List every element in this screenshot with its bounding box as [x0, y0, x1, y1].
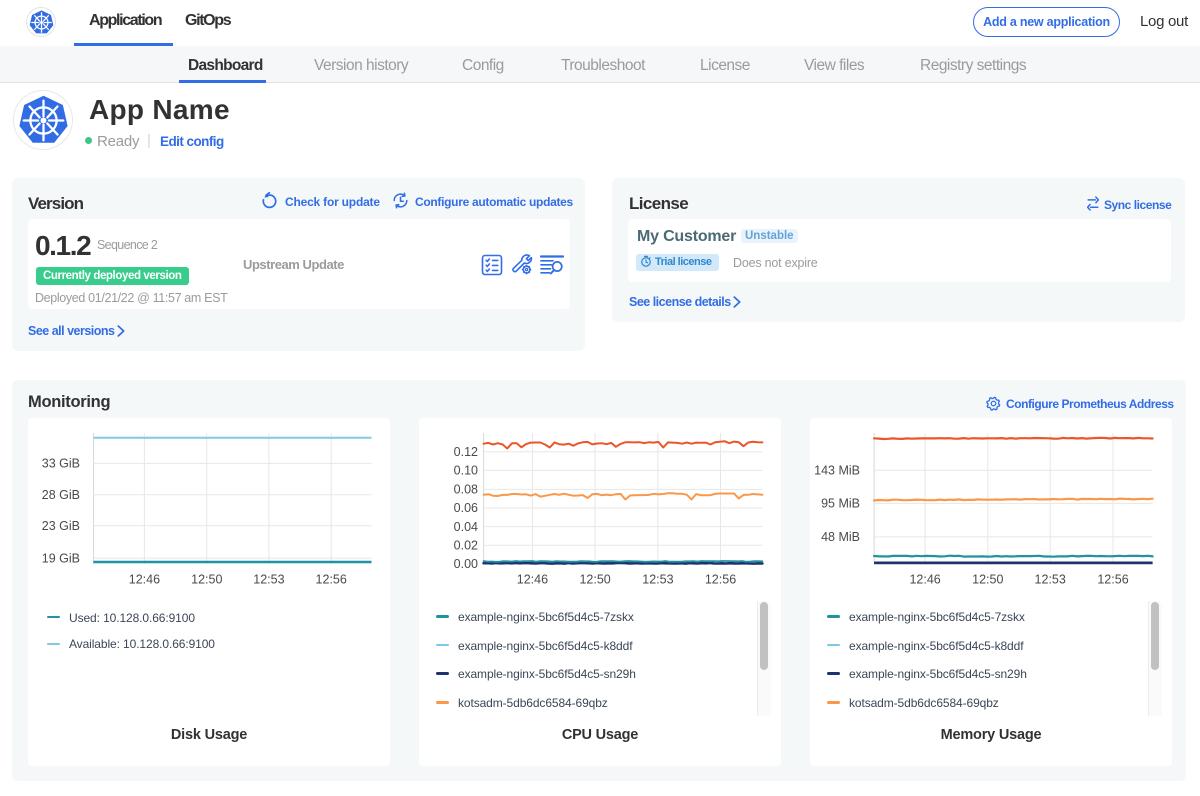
- svg-text:28 GiB: 28 GiB: [42, 488, 80, 502]
- svg-text:12:56: 12:56: [705, 573, 736, 587]
- svg-text:12:53: 12:53: [1035, 573, 1066, 587]
- svg-text:19 GiB: 19 GiB: [42, 551, 80, 565]
- svg-text:0.04: 0.04: [454, 520, 478, 534]
- svg-text:0.08: 0.08: [454, 483, 478, 497]
- svg-text:12:56: 12:56: [316, 573, 347, 587]
- svg-text:12:50: 12:50: [579, 573, 610, 587]
- svg-text:12:46: 12:46: [909, 573, 940, 587]
- svg-text:33 GiB: 33 GiB: [42, 457, 80, 471]
- svg-text:12:53: 12:53: [253, 573, 284, 587]
- svg-text:12:56: 12:56: [1097, 573, 1128, 587]
- svg-text:48 MiB: 48 MiB: [821, 530, 860, 544]
- svg-text:12:46: 12:46: [129, 573, 160, 587]
- svg-text:0.06: 0.06: [454, 501, 478, 515]
- svg-text:0.02: 0.02: [454, 538, 478, 552]
- svg-text:12:53: 12:53: [642, 573, 673, 587]
- svg-text:143 MiB: 143 MiB: [814, 463, 860, 477]
- svg-text:0.10: 0.10: [454, 464, 478, 478]
- svg-text:95 MiB: 95 MiB: [821, 497, 860, 511]
- svg-text:0.00: 0.00: [454, 557, 478, 571]
- svg-text:0.12: 0.12: [454, 445, 478, 459]
- svg-text:12:50: 12:50: [191, 573, 222, 587]
- svg-text:12:46: 12:46: [517, 573, 548, 587]
- svg-text:23 GiB: 23 GiB: [42, 519, 80, 533]
- svg-text:12:50: 12:50: [972, 573, 1003, 587]
